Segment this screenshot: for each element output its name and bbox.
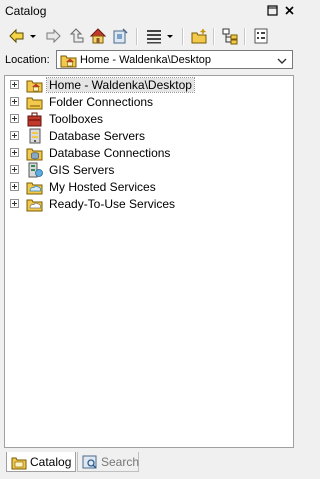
location-bar: Location: Home - Waldenka\Desktop (0, 49, 304, 73)
tree-item-folder-connections[interactable]: Folder Connections (5, 94, 293, 111)
database-connections-icon (26, 145, 44, 161)
panel-tabs: Catalog Search (4, 452, 294, 474)
expand-icon[interactable] (10, 80, 19, 89)
toolbar-separator (213, 28, 215, 45)
tree-item-label: Folder Connections (49, 95, 154, 109)
auto-hide-icon[interactable] (266, 4, 279, 17)
toolbar-separator (182, 28, 184, 45)
new-folder-icon[interactable] (190, 27, 208, 45)
home-folder-icon (60, 52, 78, 71)
toolbar-separator (136, 28, 138, 45)
chevron-down-icon[interactable] (277, 55, 287, 69)
window-title: Catalog (5, 4, 47, 18)
tab-search[interactable]: Search (77, 452, 139, 472)
expand-icon[interactable] (10, 165, 19, 174)
options-icon[interactable] (252, 27, 270, 45)
expand-icon[interactable] (10, 148, 19, 157)
view-details-icon[interactable] (145, 27, 163, 45)
tab-label: Search (101, 455, 140, 469)
tree-item-my-hosted-services[interactable]: My Hosted Services (5, 179, 293, 196)
tree-item-toolboxes[interactable]: Toolboxes (5, 111, 293, 128)
ready-to-use-services-icon (26, 196, 44, 212)
tree-item-label: Home - Waldenka\Desktop (46, 77, 195, 93)
expand-icon[interactable] (10, 97, 19, 106)
tab-label: Catalog (30, 455, 72, 469)
tab-catalog[interactable]: Catalog (6, 452, 76, 472)
view-dropdown-icon[interactable] (165, 27, 175, 45)
back-dropdown-icon[interactable] (28, 27, 38, 45)
forward-arrow-icon[interactable] (44, 27, 62, 45)
database-server-icon (26, 128, 44, 144)
up-folder-icon[interactable] (67, 27, 85, 45)
catalog-tree[interactable]: Home - Waldenka\Desktop Folder Connectio… (4, 75, 294, 448)
location-label: Location: (5, 54, 50, 66)
home-folder-icon (26, 77, 44, 93)
expand-icon[interactable] (10, 114, 19, 123)
tree-item-database-connections[interactable]: Database Connections (5, 145, 293, 162)
tree-item-label: Database Servers (49, 129, 146, 143)
toggle-contents-icon[interactable] (221, 27, 239, 45)
search-window-icon (82, 454, 98, 473)
tree-item-home[interactable]: Home - Waldenka\Desktop (5, 77, 293, 94)
toolbar-separator (244, 28, 246, 45)
expand-icon[interactable] (10, 131, 19, 140)
tree-item-label: My Hosted Services (49, 180, 156, 194)
home-icon[interactable] (89, 27, 107, 45)
tree-item-ready-to-use-services[interactable]: Ready-To-Use Services (5, 196, 293, 213)
catalog-toolbar (0, 24, 304, 48)
close-icon[interactable] (283, 4, 296, 17)
tree-item-label: Ready-To-Use Services (49, 197, 176, 211)
tree-item-label: Toolboxes (49, 112, 104, 126)
hosted-services-icon (26, 179, 44, 195)
location-dropdown[interactable]: Home - Waldenka\Desktop (56, 50, 293, 69)
tree-item-label: Database Connections (49, 146, 171, 160)
back-arrow-icon[interactable] (8, 27, 26, 45)
title-bar: Catalog (0, 0, 304, 22)
folder-connections-icon (26, 94, 44, 110)
catalog-icon (11, 454, 27, 473)
toolbox-icon (26, 111, 44, 127)
expand-icon[interactable] (10, 182, 19, 191)
tree-item-gis-servers[interactable]: GIS Servers (5, 162, 293, 179)
tree-item-database-servers[interactable]: Database Servers (5, 128, 293, 145)
expand-icon[interactable] (10, 199, 19, 208)
connect-folder-icon[interactable] (111, 27, 129, 45)
gis-server-icon (26, 162, 44, 178)
tree-item-label: GIS Servers (49, 163, 115, 177)
location-value: Home - Waldenka\Desktop (80, 54, 212, 66)
